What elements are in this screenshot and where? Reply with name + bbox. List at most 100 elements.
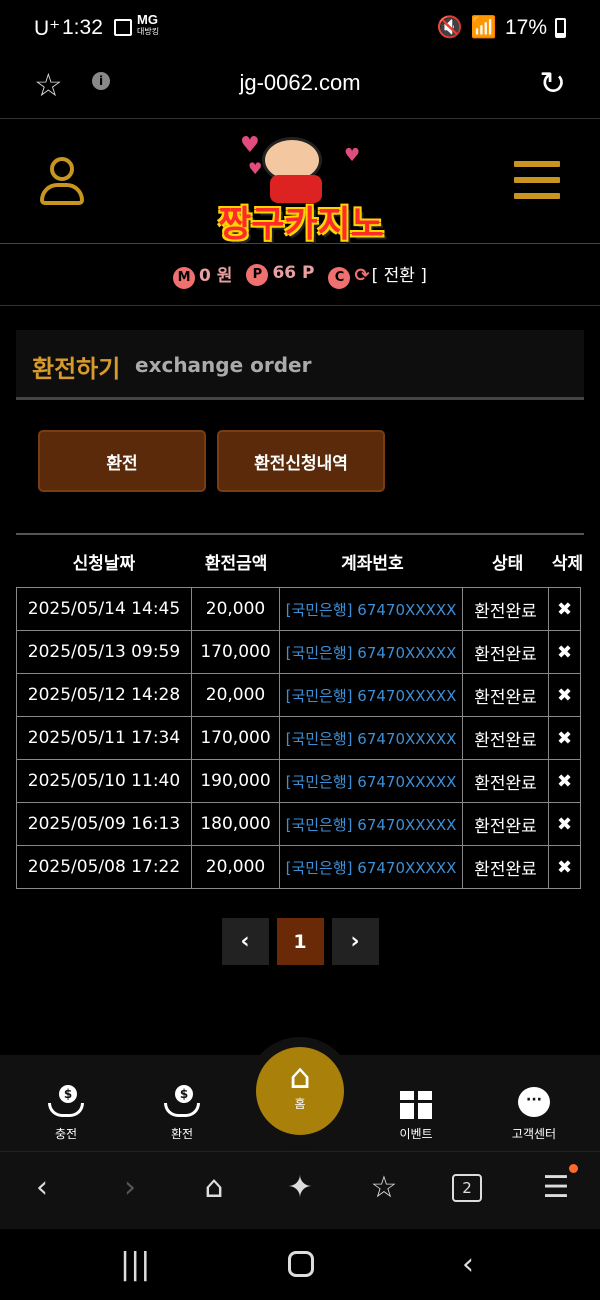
nav-deposit[interactable]: $ 충전	[26, 1085, 106, 1142]
image-notification-icon	[114, 19, 132, 36]
convert-button[interactable]: [ 전환 ]	[372, 266, 427, 286]
table-row: 2025/05/09 16:13 180,000 [국민은행] 67470XXXXX…	[16, 802, 584, 846]
nav-withdraw[interactable]: $ 환전	[142, 1085, 222, 1142]
page-title: 환전하기	[32, 355, 121, 383]
delete-icon[interactable]: ✖	[548, 630, 581, 674]
wifi-icon: 📶	[470, 16, 497, 39]
sync-icon[interactable]: ⟳	[354, 265, 369, 286]
gift-icon	[396, 1085, 436, 1121]
money-balance: M0 원	[173, 261, 232, 289]
browser-menu-icon[interactable]: ☰	[532, 1170, 580, 1205]
chat-icon: ···	[514, 1085, 554, 1121]
exchange-tab-button[interactable]: 환전	[38, 430, 206, 492]
money-value: 0 원	[199, 265, 233, 286]
exchange-history-table: 신청날짜 환전금액 계좌번호 상태 삭제 2025/05/14 14:45 20,…	[16, 533, 584, 889]
point-balance: P 66 P	[246, 263, 314, 286]
row-account: [국민은행] 67470XXXXX	[279, 630, 463, 674]
header-date: 신청날짜	[72, 553, 136, 574]
page-number-button[interactable]: 1	[276, 918, 324, 965]
row-status: 환전완료	[462, 759, 549, 803]
page-title-box: 환전하기 exchange order	[16, 330, 584, 400]
delete-icon[interactable]: ✖	[548, 845, 581, 889]
forward-icon[interactable]: ›	[106, 1170, 154, 1205]
delete-icon[interactable]: ✖	[548, 716, 581, 760]
back-icon[interactable]: ‹	[18, 1170, 66, 1205]
row-account: [국민은행] 67470XXXXX	[279, 759, 463, 803]
url-text[interactable]: jg-0062.com	[0, 70, 600, 96]
table-row: 2025/05/11 17:34 170,000 [국민은행] 67470XXXXX…	[16, 716, 584, 760]
home-button[interactable]: ⌂ 홈	[256, 1047, 344, 1135]
header-amount: 환전금액	[204, 553, 268, 574]
tabs-icon[interactable]: 2	[452, 1174, 482, 1202]
bottom-nav: $ 충전 $ 환전 ⌂ 홈 이벤트 ··· 고객센터	[0, 1037, 600, 1151]
mute-icon: 🔇	[436, 16, 463, 39]
bookmarks-icon[interactable]: ☆	[360, 1170, 408, 1205]
home-icon: ⌂	[289, 1057, 311, 1097]
row-date: 2025/05/10 11:40	[16, 759, 192, 803]
nav-deposit-label: 충전	[54, 1127, 78, 1141]
sparkle-icon[interactable]: ✦	[276, 1170, 324, 1205]
user-icon-head	[50, 157, 74, 181]
user-icon-body	[40, 183, 84, 205]
carrier-label: U⁺	[34, 17, 61, 40]
clock: 1:32	[62, 16, 103, 39]
row-account: [국민은행] 67470XXXXX	[279, 802, 463, 846]
convert-badge-icon: C	[328, 266, 351, 289]
home-label: 홈	[294, 1097, 306, 1111]
point-badge-icon: P	[246, 264, 269, 286]
table-row: 2025/05/12 14:28 20,000 [국민은행] 67470XXXXX 환…	[16, 673, 584, 717]
row-account: [국민은행] 67470XXXXX	[279, 673, 463, 717]
row-status: 환전완료	[462, 587, 549, 631]
mg-sub-label: 대방킹	[137, 27, 160, 36]
row-status: 환전완료	[462, 630, 549, 674]
recent-apps-icon[interactable]: |||	[120, 1247, 150, 1282]
heart-icon: ♥	[344, 145, 361, 166]
withdraw-icon: $	[162, 1085, 202, 1121]
site-header: ♥ ♥ ♥ 짱구카지노	[0, 119, 600, 245]
row-amount: 20,000	[191, 587, 280, 631]
exchange-history-button[interactable]: 환전신청내역	[217, 430, 385, 492]
table-row: 2025/05/10 11:40 190,000 [국민은행] 67470XXXXX…	[16, 759, 584, 803]
system-back-icon[interactable]: ‹	[462, 1247, 474, 1282]
status-right: 🔇 📶 17%	[437, 16, 566, 40]
mg-notification: MG 대방킹	[137, 12, 160, 38]
row-status: 환전완료	[462, 845, 549, 889]
header-status: 상태	[491, 553, 524, 574]
home-button-wrap: ⌂ 홈	[246, 1037, 354, 1145]
system-home-icon[interactable]	[288, 1251, 314, 1277]
notification-dot-icon	[569, 1164, 578, 1173]
status-bar: U⁺ 1:32 MG 대방킹 🔇 📶 17%	[0, 0, 600, 56]
convert-control[interactable]: C ⟳[ 전환 ]	[328, 261, 427, 289]
delete-icon[interactable]: ✖	[548, 673, 581, 717]
next-page-button[interactable]: ›	[331, 918, 379, 965]
delete-icon[interactable]: ✖	[548, 759, 581, 803]
nav-support[interactable]: ··· 고객센터	[494, 1085, 574, 1142]
prev-page-button[interactable]: ‹	[221, 918, 269, 965]
deposit-icon: $	[46, 1085, 86, 1121]
user-icon[interactable]	[40, 157, 84, 207]
point-value: 66 P	[272, 263, 315, 283]
heart-icon: ♥	[248, 159, 263, 178]
row-amount: 170,000	[191, 716, 280, 760]
site-logo[interactable]: ♥ ♥ ♥ 짱구카지노	[200, 129, 400, 245]
table-row: 2025/05/13 09:59 170,000 [국민은행] 67470XXXXX…	[16, 630, 584, 674]
system-nav-bar: ||| ‹	[0, 1229, 600, 1300]
row-account: [국민은행] 67470XXXXX	[279, 587, 463, 631]
header-account: 계좌번호	[341, 553, 404, 574]
nav-support-label: 고객센터	[511, 1127, 557, 1141]
row-date: 2025/05/11 17:34	[16, 716, 192, 760]
nav-event[interactable]: 이벤트	[376, 1085, 456, 1142]
wallet-bar: M0 원 P 66 P C ⟳[ 전환 ]	[0, 244, 600, 306]
delete-icon[interactable]: ✖	[548, 802, 581, 846]
reload-icon[interactable]: ↻	[539, 64, 566, 102]
home-browser-icon[interactable]: ⌂	[190, 1170, 238, 1205]
row-date: 2025/05/12 14:28	[16, 673, 192, 717]
row-amount: 190,000	[191, 759, 280, 803]
hamburger-menu-icon[interactable]	[514, 161, 560, 201]
browser-url-bar: ☆ i jg-0062.com ↻	[0, 56, 600, 119]
heart-icon: ♥	[240, 133, 260, 158]
mg-label: MG	[137, 12, 158, 27]
delete-icon[interactable]: ✖	[548, 587, 581, 631]
browser-nav-bar: ‹ › ⌂ ✦ ☆ 2 ☰	[0, 1151, 600, 1229]
row-amount: 20,000	[191, 673, 280, 717]
